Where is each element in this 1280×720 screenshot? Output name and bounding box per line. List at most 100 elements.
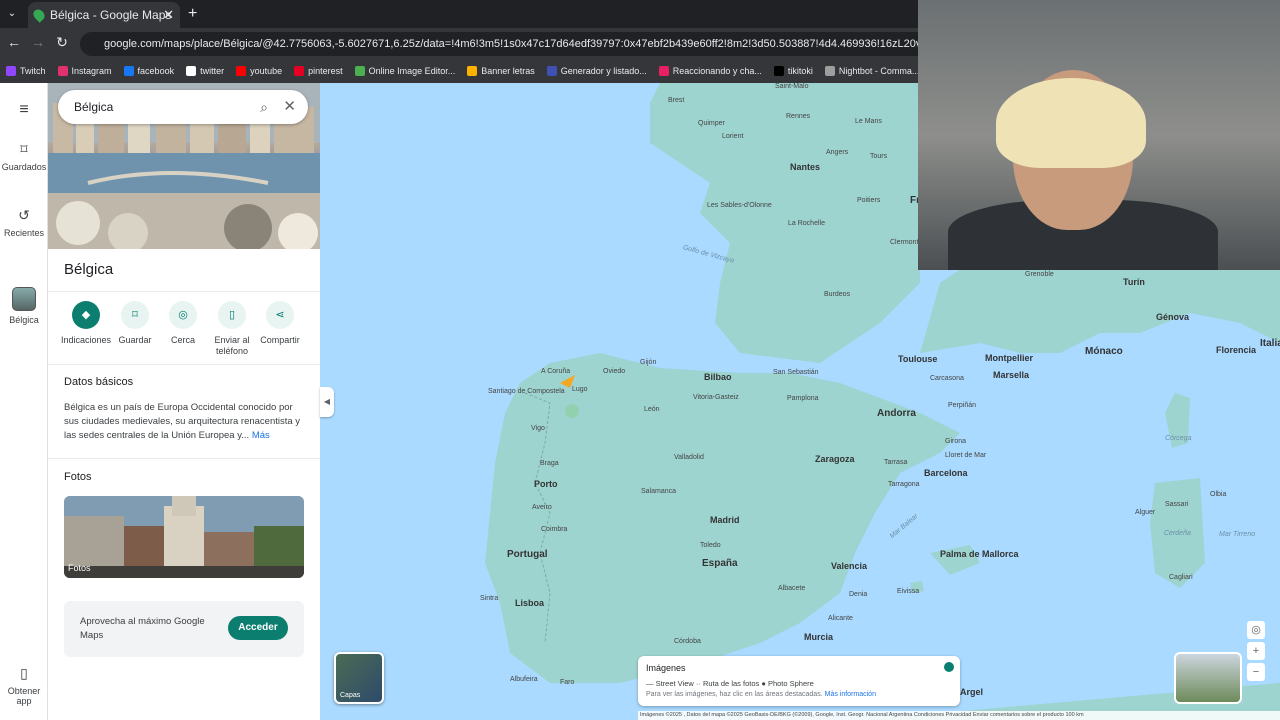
photos-heading: Fotos: [64, 471, 92, 483]
forward-icon[interactable]: →: [28, 34, 48, 50]
map-label: Denia: [849, 591, 868, 598]
map-label: Burdeos: [824, 291, 851, 298]
bookmark-label: facebook: [137, 66, 175, 76]
bookmark-item[interactable]: pinterest: [294, 66, 343, 76]
place-title: Bélgica: [64, 261, 114, 278]
map-label: Braga: [540, 460, 559, 467]
save-label: Guardar: [118, 335, 152, 345]
bookmark-item[interactable]: tikitoki: [773, 66, 813, 76]
search-input[interactable]: Bélgica ⌕ ✕: [58, 90, 308, 124]
map-label: Palma de Mallorca: [940, 549, 1019, 559]
bookmark-item[interactable]: Reaccionando y cha...: [658, 66, 762, 76]
street-view-thumbnail[interactable]: [1174, 652, 1242, 704]
map-label: Santiago de Compostela: [488, 388, 565, 395]
history-icon: ↺: [18, 207, 30, 223]
bookmark-item[interactable]: Online Image Editor...: [354, 66, 455, 76]
recent-label: Recientes: [3, 228, 45, 238]
maps-favicon-icon: [31, 7, 47, 23]
map-label: Montpellier: [985, 353, 1034, 363]
map-label: Toulouse: [898, 354, 938, 364]
bookmark-favicon-icon: [236, 66, 247, 76]
saved-button[interactable]: ⌑ Guardados: [0, 141, 48, 172]
recent-place-button[interactable]: Bélgica: [0, 287, 48, 325]
nearby-button[interactable]: ◎ Cerca: [155, 301, 211, 346]
zoom-controls: ◎ + −: [1247, 621, 1265, 705]
phone-icon: ▯: [218, 301, 246, 329]
back-icon[interactable]: ←: [4, 34, 24, 50]
map-label: Nantes: [790, 162, 821, 172]
bookmark-item[interactable]: Twitch: [6, 66, 46, 76]
menu-icon[interactable]: ≡: [0, 101, 48, 119]
bookmark-label: Banner letras: [481, 66, 535, 76]
map-label: Mónaco: [1085, 346, 1123, 357]
map-label: León: [644, 406, 660, 413]
bookmark-item[interactable]: twitter: [186, 66, 224, 76]
sign-in-button[interactable]: Acceder: [228, 616, 288, 640]
bookmark-label: tikitoki: [787, 66, 813, 76]
map-label: Brest: [668, 97, 685, 104]
bookmark-favicon-icon: [546, 66, 557, 76]
recent-button[interactable]: ↺ Recientes: [0, 207, 48, 238]
map-label: Portugal: [507, 549, 548, 560]
zoom-in-button[interactable]: +: [1247, 642, 1265, 660]
imagery-toggle[interactable]: [944, 662, 954, 672]
map-label: Tarragona: [888, 481, 920, 488]
bookmark-favicon-icon: [658, 66, 669, 76]
tab-search-icon[interactable]: ⌄: [4, 6, 20, 22]
photos-thumbnail[interactable]: Fotos: [64, 496, 304, 578]
bookmark-favicon-icon: [354, 66, 365, 76]
map-label: Córcega: [1165, 435, 1192, 442]
map-label: Cagliari: [1169, 574, 1193, 581]
map-label: Bilbao: [704, 372, 732, 382]
bookmark-item[interactable]: Instagram: [57, 66, 112, 76]
map-label: España: [702, 558, 738, 569]
imagery-note: Para ver las imágenes, haz clic en las á…: [646, 691, 876, 698]
reload-icon[interactable]: ↻: [52, 34, 72, 51]
tab-close-icon[interactable]: ✕: [163, 7, 174, 23]
zoom-out-button[interactable]: −: [1247, 663, 1265, 681]
bookmark-item[interactable]: Nightbot - Comma...: [824, 66, 920, 76]
tab-title: Bélgica - Google Maps: [50, 8, 172, 22]
bookmark-item[interactable]: facebook: [123, 66, 175, 76]
get-app-button[interactable]: ▯ Obtener app: [0, 665, 48, 706]
bookmark-label: Nightbot - Comma...: [838, 66, 920, 76]
layers-button[interactable]: Capas: [334, 652, 384, 704]
divider: [48, 291, 320, 292]
bookmark-label: Generador y listado...: [560, 66, 647, 76]
bookmark-label: Twitch: [20, 66, 46, 76]
bookmark-label: Instagram: [71, 66, 112, 76]
map-label: Tours: [870, 153, 888, 160]
map-label: Eivissa: [897, 588, 920, 595]
search-input-value: Bélgica: [74, 100, 114, 114]
more-link[interactable]: Más: [252, 430, 270, 441]
bookmark-favicon-icon: [467, 66, 478, 76]
phone-icon: ▯: [20, 665, 28, 681]
collapse-panel-button[interactable]: ◀: [320, 387, 334, 417]
map-label: Sassari: [1165, 501, 1189, 508]
map-label: Lorient: [722, 133, 744, 140]
map-label: Angers: [826, 149, 849, 156]
map-label: Oviedo: [603, 368, 626, 375]
bookmark-item[interactable]: Banner letras: [467, 66, 535, 76]
more-info-link[interactable]: Más información: [825, 691, 876, 698]
bookmark-item[interactable]: Generador y listado...: [546, 66, 647, 76]
bookmark-item[interactable]: youtube: [236, 66, 282, 76]
bookmark-favicon-icon: [186, 66, 197, 76]
close-icon[interactable]: ✕: [283, 90, 296, 124]
my-location-icon[interactable]: ◎: [1247, 621, 1265, 639]
map-label: Argel: [960, 687, 984, 697]
bookmark-favicon-icon: [824, 66, 835, 76]
search-icon[interactable]: ⌕: [260, 90, 268, 124]
webcam-hair: [996, 78, 1146, 168]
divider: [48, 458, 320, 459]
map-label: Valencia: [831, 561, 868, 571]
map-label: Lugo: [572, 386, 588, 393]
browser-tab[interactable]: Bélgica - Google Maps ✕: [28, 2, 180, 28]
new-tab-icon[interactable]: +: [188, 5, 197, 23]
map-label: Quimper: [698, 120, 725, 127]
share-button[interactable]: ⋖ Compartir: [252, 301, 308, 346]
send-to-phone-label: Enviar al teléfono: [214, 335, 250, 356]
map-label: Cerdeña: [1164, 530, 1191, 537]
map-label: Mar Tirreno: [1219, 531, 1256, 538]
directions-button[interactable]: ◆ Indicaciones: [58, 301, 114, 346]
